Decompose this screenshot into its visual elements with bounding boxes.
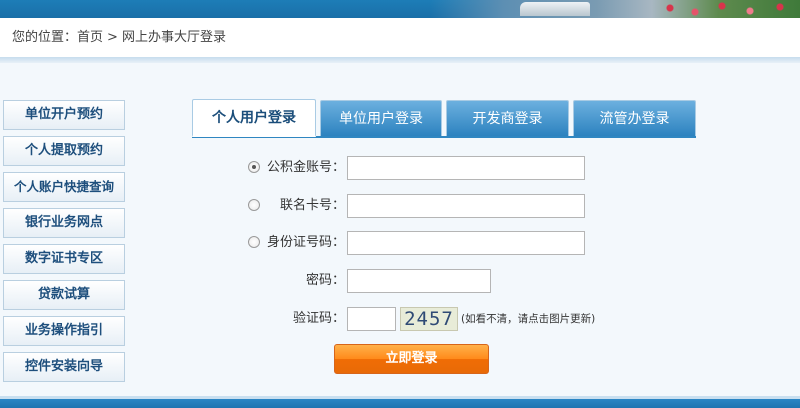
- id-number-input[interactable]: [347, 231, 585, 255]
- login-tabs: 个人用户登录 单位用户登录 开发商登录 流管办登录: [192, 99, 696, 137]
- sidebar-item-loan-calculator[interactable]: 贷款试算: [3, 280, 125, 310]
- sidebar-item-unit-account-booking[interactable]: 单位开户预约: [3, 100, 125, 130]
- breadcrumb: 您的位置：首页 > 网上办事大厅登录: [12, 28, 226, 48]
- row-id-number: 身份证号码：: [192, 231, 696, 255]
- breadcrumb-home-link[interactable]: 首页: [77, 30, 103, 45]
- sidebar-item-personal-withdrawal-booking[interactable]: 个人提取预约: [3, 136, 125, 166]
- breadcrumb-separator: >: [107, 30, 118, 45]
- breadcrumb-prefix: 您的位置：: [12, 30, 78, 45]
- captcha-image[interactable]: 2457: [400, 307, 458, 331]
- label-captcha: 验证码：: [293, 311, 346, 326]
- tab-management-login[interactable]: 流管办登录: [573, 100, 696, 136]
- label-provident-fund-account: 公积金账号：: [267, 160, 346, 175]
- login-submit-button[interactable]: 立即登录: [334, 344, 489, 374]
- row-co-branded-card: 联名卡号：: [192, 194, 696, 218]
- banner-train-image: [520, 2, 590, 16]
- co-branded-card-input[interactable]: [347, 194, 585, 218]
- row-password: 密码：: [192, 269, 696, 293]
- sidebar-item-control-install-guide[interactable]: 控件安装向导: [3, 352, 125, 382]
- sidebar-item-bank-branches[interactable]: 银行业务网点: [3, 208, 125, 238]
- sidebar-nav: 单位开户预约 个人提取预约 个人账户快捷查询 银行业务网点 数字证书专区 贷款试…: [3, 100, 125, 388]
- banner-flowers-image: [660, 0, 800, 18]
- row-captcha: 验证码： 2457 (如看不清，请点击图片更新): [192, 307, 696, 331]
- label-co-branded-card: 联名卡号：: [280, 198, 346, 213]
- login-form: 公积金账号： 联名卡号： 身份证号码： 密码： 验证码： 2457 (如看不清，…: [192, 140, 696, 390]
- row-provident-fund-account: 公积金账号：: [192, 156, 696, 180]
- label-id-number: 身份证号码：: [267, 235, 346, 250]
- footer-bar: [0, 396, 800, 408]
- tab-developer-login[interactable]: 开发商登录: [446, 100, 569, 136]
- captcha-input[interactable]: [347, 307, 396, 331]
- sidebar-item-digital-certificate[interactable]: 数字证书专区: [3, 244, 125, 274]
- radio-id-number[interactable]: [248, 236, 260, 248]
- header-banner: [0, 0, 800, 18]
- captcha-hint: (如看不清，请点击图片更新): [461, 313, 596, 325]
- label-password: 密码：: [306, 273, 346, 288]
- sidebar-item-operation-guide[interactable]: 业务操作指引: [3, 316, 125, 346]
- radio-provident-fund-account[interactable]: [248, 161, 260, 173]
- breadcrumb-current: 网上办事大厅登录: [121, 30, 226, 45]
- password-input[interactable]: [347, 269, 491, 293]
- tab-unit-login[interactable]: 单位用户登录: [320, 100, 442, 136]
- provident-fund-account-input[interactable]: [347, 156, 585, 180]
- tab-personal-login[interactable]: 个人用户登录: [192, 99, 316, 137]
- radio-co-branded-card[interactable]: [248, 199, 260, 211]
- sidebar-item-personal-account-query[interactable]: 个人账户快捷查询: [3, 172, 125, 202]
